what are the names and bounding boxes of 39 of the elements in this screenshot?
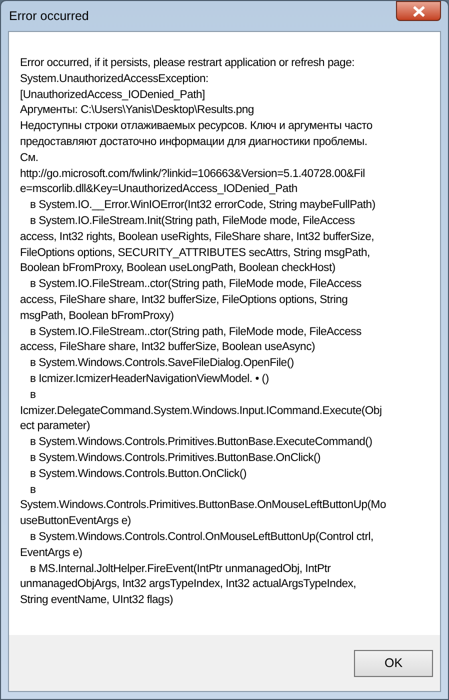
message-line: access, FileShare share, Int32 bufferSize, Boolean useAsync) <box>20 340 315 356</box>
message-line: в System.Windows.Controls.SaveFileDialog.OpenFile() <box>30 356 294 372</box>
message-line: Icmizer.DelegateCommand.System.Windows.Input.ICommand.Execute(Obj <box>20 404 382 419</box>
message-line: в System.Windows.Controls.Primitives.ButtonBase.OnClick() <box>30 450 321 466</box>
message-line: e=mscorlib.dll&Key=UnauthorizedAccess_IODenied_Path <box>20 182 298 198</box>
message-line: в System.IO.FileStream..ctor(String path, FileMode mode, FileAccess <box>30 277 362 292</box>
message-line: См. <box>20 150 38 166</box>
message-line: в System.IO.FileStream.Init(String path, FileMode mode, FileAccess <box>30 214 355 229</box>
message-line: [UnauthorizedAccess_IODenied_Path] <box>20 88 205 103</box>
message-line: в Icmizer.IcmizerHeaderNavigationViewModel. • () <box>30 372 269 387</box>
message-line: в System.Windows.Controls.Control.OnMouseLeftButtonUp(Control ctrl, <box>30 530 374 545</box>
message-line: System.Windows.Controls.Primitives.ButtonBase.OnMouseLeftButtonUp(Mo <box>20 498 386 514</box>
close-icon <box>412 6 424 16</box>
message-line: access, Int32 rights, Boolean useRights, FileShare share, Int32 bufferSize, <box>20 230 374 245</box>
ok-button[interactable]: OK <box>354 650 433 676</box>
message-line: http://go.microsoft.com/fwlink/?linkid=106663&Version=5.1.40728.00&Fil <box>20 166 365 182</box>
message-line: Boolean bFromProxy, Boolean useLongPath, Boolean checkHost) <box>20 261 336 276</box>
message-line: предоставляют достаточно информации для диагностики проблемы. <box>20 134 368 150</box>
close-button[interactable] <box>396 1 441 21</box>
message-line: в System.Windows.Controls.Primitives.ButtonBase.ExecuteCommand() <box>30 435 372 450</box>
message-line: System.UnauthorizedAccessException: <box>20 72 208 87</box>
message-line: unmanagedObjArgs, Int32 argsTypeIndex, Int32 actualArgsTypeIndex, <box>20 577 356 592</box>
message-line: в <box>30 388 36 403</box>
message-line: EventArgs e) <box>20 546 82 561</box>
message-line: ect parameter) <box>20 419 90 434</box>
message-line: в System.Windows.Controls.Button.OnClick() <box>30 466 246 482</box>
message-line: в System.IO.FileStream..ctor(String path, FileMode mode, FileAccess <box>30 324 362 340</box>
message-line: в <box>30 482 36 498</box>
message-line: Аргументы: C:\Users\Yanis\Desktop\Results.png <box>20 103 254 118</box>
message-line: Недоступны строки отлаживаемых ресурсов. Ключ и аргументы часто <box>20 119 372 134</box>
message-line: useButtonEventArgs e) <box>20 514 131 530</box>
message-line: в System.IO.__Error.WinIOError(Int32 errorCode, String maybeFullPath) <box>30 198 376 214</box>
message-line: в MS.Internal.JoltHelper.FireEvent(IntPtr unmanagedObj, IntPtr <box>30 562 331 576</box>
message-line: FileOptions options, SECURITY_ATTRIBUTES secAttrs, String msgPath, <box>20 246 370 261</box>
window-title: Error occurred <box>8 8 89 25</box>
message-line: Error occurred, if it persists, please restrart application or refresh page: <box>20 56 354 71</box>
message-line: msgPath, Boolean bFromProxy) <box>20 308 174 324</box>
message-line: access, FileShare share, Int32 bufferSize, FileOptions options, String <box>20 292 348 308</box>
message-line: String eventName, UInt32 flags) <box>20 593 173 608</box>
